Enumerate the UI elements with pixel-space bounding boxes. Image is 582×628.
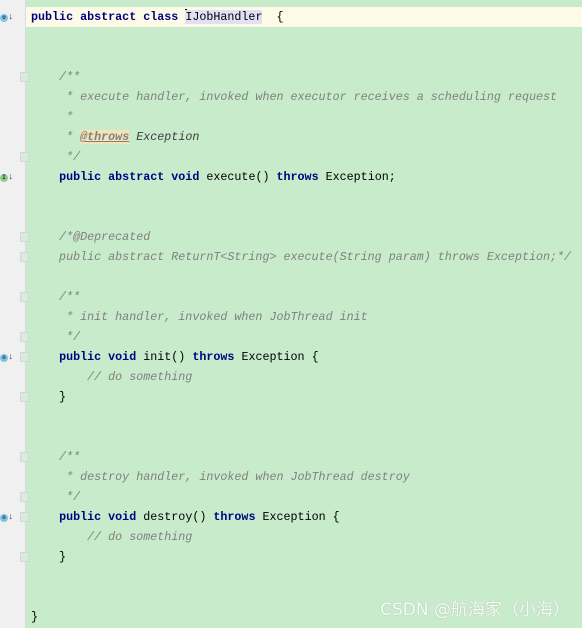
implemented-icon[interactable]: o ↓ xyxy=(0,12,13,22)
code-line[interactable] xyxy=(26,407,582,427)
code-line[interactable]: /** xyxy=(26,447,582,467)
fold-marker-icon[interactable] xyxy=(20,392,29,402)
code-line[interactable]: public abstract class IJobHandler { xyxy=(26,7,582,27)
fold-marker-icon[interactable] xyxy=(20,152,29,162)
fold-marker-icon[interactable] xyxy=(20,332,29,342)
comment-token: */ xyxy=(31,150,81,164)
code-token: } xyxy=(31,390,67,404)
fold-marker-icon[interactable] xyxy=(20,552,29,562)
keyword-token: throws xyxy=(276,170,326,184)
comment-token: * init handler, invoked when JobThread i… xyxy=(31,310,368,324)
keyword-token: public abstract class xyxy=(31,10,186,24)
code-line[interactable]: * @throws Exception xyxy=(26,127,582,147)
code-line[interactable]: // do something xyxy=(26,367,582,387)
code-token: Exception; xyxy=(325,170,396,184)
code-token: } xyxy=(31,550,67,564)
code-token: Exception { xyxy=(241,350,319,364)
code-token: } xyxy=(31,610,39,624)
overridden-method-icon[interactable]: o ↓ xyxy=(0,512,13,522)
fold-marker-icon[interactable] xyxy=(20,452,29,462)
interface-method-icon[interactable]: I ↓ xyxy=(0,172,13,182)
code-token: init() xyxy=(143,350,193,364)
fold-marker-icon[interactable] xyxy=(20,252,29,262)
javadoc-tag: @throws xyxy=(80,130,130,144)
comment-token: // do something xyxy=(31,370,193,384)
fold-marker-icon[interactable] xyxy=(20,492,29,502)
csdn-watermark: CSDN @航海家（小海） xyxy=(380,600,570,620)
keyword-token: public void xyxy=(59,510,144,524)
code-line[interactable]: public void init() throws Exception { xyxy=(26,347,582,367)
code-line[interactable]: // do something xyxy=(26,527,582,547)
comment-token: * xyxy=(31,110,74,124)
fold-marker-icon[interactable] xyxy=(20,512,29,522)
editor-gutter xyxy=(0,0,26,628)
code-line[interactable]: */ xyxy=(26,327,582,347)
comment-token: */ xyxy=(31,330,81,344)
comment-token: * execute handler, invoked when executor… xyxy=(31,90,558,104)
comment-token: /** xyxy=(31,450,81,464)
code-token: Exception xyxy=(129,130,200,144)
code-token: execute() xyxy=(206,170,277,184)
code-line[interactable]: /** xyxy=(26,287,582,307)
fold-marker-icon[interactable] xyxy=(20,232,29,242)
comment-token: public abstract ReturnT<String> execute(… xyxy=(31,250,572,264)
code-line[interactable] xyxy=(26,427,582,447)
comment-token: /** xyxy=(31,290,81,304)
code-editor[interactable]: public abstract class IJobHandler { /** … xyxy=(26,0,582,628)
fold-marker-icon[interactable] xyxy=(20,292,29,302)
code-line[interactable] xyxy=(26,267,582,287)
code-line[interactable]: * xyxy=(26,107,582,127)
code-line[interactable]: * destroy handler, invoked when JobThrea… xyxy=(26,467,582,487)
comment-token: // do something xyxy=(31,530,193,544)
code-line[interactable] xyxy=(26,567,582,587)
code-token: { xyxy=(262,10,284,24)
keyword-token: throws xyxy=(213,510,263,524)
keyword-token: public void xyxy=(59,350,144,364)
code-line[interactable]: /*@Deprecated xyxy=(26,227,582,247)
comment-token: * destroy handler, invoked when JobThrea… xyxy=(31,470,410,484)
overridden-method-icon[interactable]: o ↓ xyxy=(0,352,13,362)
code-line[interactable]: /** xyxy=(26,67,582,87)
highlighted-identifier: IJobHandler xyxy=(185,10,263,24)
code-token: Exception { xyxy=(262,510,340,524)
keyword-token: throws xyxy=(192,350,242,364)
code-line[interactable]: public void destroy() throws Exception { xyxy=(26,507,582,527)
code-line[interactable] xyxy=(26,27,582,47)
code-token: destroy() xyxy=(143,510,214,524)
comment-token: /** xyxy=(31,70,81,84)
keyword-token: public abstract void xyxy=(59,170,207,184)
comment-token: * xyxy=(31,130,81,144)
code-line[interactable]: } xyxy=(26,547,582,567)
comment-token: /*@Deprecated xyxy=(31,230,151,244)
code-line[interactable]: * execute handler, invoked when executor… xyxy=(26,87,582,107)
code-line[interactable]: * init handler, invoked when JobThread i… xyxy=(26,307,582,327)
fold-marker-icon[interactable] xyxy=(20,72,29,82)
code-line[interactable]: public abstract void execute() throws Ex… xyxy=(26,167,582,187)
code-line[interactable]: */ xyxy=(26,147,582,167)
fold-marker-icon[interactable] xyxy=(20,352,29,362)
code-line[interactable] xyxy=(26,207,582,227)
code-line[interactable]: } xyxy=(26,387,582,407)
code-line[interactable]: */ xyxy=(26,487,582,507)
code-line[interactable] xyxy=(26,187,582,207)
comment-token: */ xyxy=(31,490,81,504)
code-line[interactable] xyxy=(26,47,582,67)
code-line[interactable]: public abstract ReturnT<String> execute(… xyxy=(26,247,582,267)
